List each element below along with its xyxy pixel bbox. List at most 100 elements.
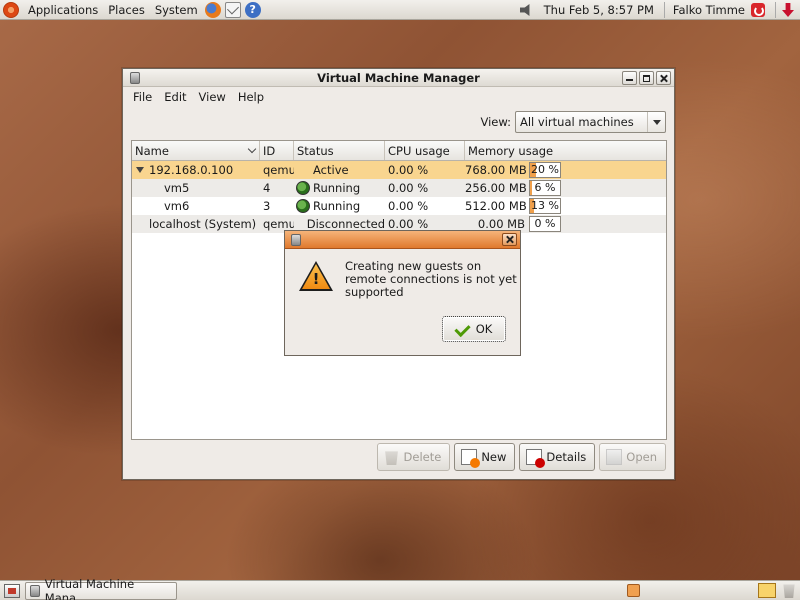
view-filter-value: All virtual machines xyxy=(520,115,634,129)
memory-bar: 6 % xyxy=(529,180,561,196)
dialog-message: Creating new guests on remote connection… xyxy=(345,259,517,299)
row-memory: 768.00 MB xyxy=(465,163,527,177)
system-menu[interactable]: System xyxy=(150,0,203,20)
row-name-cell: 192.168.0.100 xyxy=(132,163,260,177)
chevron-down-icon[interactable] xyxy=(647,112,665,132)
memory-bar-fill xyxy=(530,181,532,195)
row-name-cell: localhost (System) xyxy=(132,217,260,231)
details-button-label: Details xyxy=(546,450,587,464)
top-panel: Applications Places System ? Thu Feb 5, … xyxy=(0,0,800,20)
column-header-cpu[interactable]: CPU usage xyxy=(385,141,465,160)
user-switcher[interactable]: Falko Timme xyxy=(669,3,749,17)
vm-list-header: Name ID Status CPU usage Memory usage xyxy=(132,141,666,161)
menu-edit[interactable]: Edit xyxy=(158,90,192,104)
update-notifier-icon[interactable] xyxy=(782,3,794,17)
memory-bar: 20 % xyxy=(529,162,561,178)
bottom-panel: Virtual Machine Mana... xyxy=(0,577,800,600)
row-memory: 512.00 MB xyxy=(465,199,527,213)
column-header-status[interactable]: Status xyxy=(294,141,385,160)
row-id: qemu xyxy=(263,163,294,177)
details-button[interactable]: Details xyxy=(519,443,596,471)
row-status-cell: Running xyxy=(294,199,385,213)
menu-help[interactable]: Help xyxy=(232,90,270,104)
open-button-label: Open xyxy=(626,450,657,464)
column-header-id[interactable]: ID xyxy=(260,141,294,160)
new-vm-icon xyxy=(461,449,481,468)
top-panel-tray: Thu Feb 5, 8:57 PM Falko Timme xyxy=(519,0,800,20)
memory-bar-label: 0 % xyxy=(534,217,556,230)
check-icon xyxy=(456,322,472,336)
new-button[interactable]: New xyxy=(454,443,516,471)
taskbar-app-icon xyxy=(30,584,40,597)
view-filter-combo[interactable]: All virtual machines xyxy=(515,111,666,133)
sort-arrow-icon xyxy=(247,144,257,154)
row-memory: 0.00 MB xyxy=(477,217,525,231)
trash-icon xyxy=(385,451,398,465)
table-row[interactable]: vm5 4 Running 0.00 % 256.00 MB 6 % xyxy=(132,179,666,197)
clock[interactable]: Thu Feb 5, 8:57 PM xyxy=(538,3,660,17)
trash-icon[interactable] xyxy=(783,584,795,598)
help-icon[interactable]: ? xyxy=(244,1,261,18)
taskbar-item-vm-manager[interactable]: Virtual Machine Mana... xyxy=(25,577,177,600)
row-status-cell: Running xyxy=(294,181,385,195)
row-status: Running xyxy=(313,199,361,213)
delete-button-label: Delete xyxy=(403,450,442,464)
power-icon[interactable] xyxy=(751,3,765,17)
memory-bar-label: 13 % xyxy=(531,199,559,212)
open-icon xyxy=(606,449,623,465)
table-row[interactable]: 192.168.0.100 qemu Active 0.00 % 768.00 … xyxy=(132,161,666,179)
dialog-titlebar[interactable] xyxy=(285,231,520,249)
menu-file[interactable]: File xyxy=(127,90,158,104)
maximize-icon[interactable] xyxy=(639,71,654,85)
column-header-memory[interactable]: Memory usage xyxy=(465,141,666,160)
details-icon xyxy=(526,449,546,468)
table-row[interactable]: vm6 3 Running 0.00 % 512.00 MB 13 % xyxy=(132,197,666,215)
applications-menu[interactable]: Applications xyxy=(23,0,103,20)
row-id: 4 xyxy=(263,181,271,195)
view-label: View: xyxy=(480,115,511,129)
row-name-cell: vm6 xyxy=(132,199,260,213)
panel-separator xyxy=(663,2,665,18)
row-name: localhost (System) xyxy=(149,217,257,231)
row-name: vm6 xyxy=(164,199,190,213)
action-buttons: Delete New Details Open xyxy=(376,443,666,471)
row-status: Running xyxy=(313,181,361,195)
row-cpu: 0.00 % xyxy=(388,163,429,177)
minimize-icon[interactable] xyxy=(622,71,637,85)
close-icon[interactable] xyxy=(656,71,671,85)
mail-icon[interactable] xyxy=(224,1,241,18)
memory-bar: 13 % xyxy=(529,198,561,214)
ubuntu-logo-icon[interactable] xyxy=(3,1,19,18)
menu-view[interactable]: View xyxy=(193,90,232,104)
column-header-name[interactable]: Name xyxy=(132,141,260,160)
delete-button[interactable]: Delete xyxy=(376,443,451,471)
taskbar-item-label: Virtual Machine Mana... xyxy=(44,576,135,600)
show-desktop-icon[interactable] xyxy=(4,583,20,598)
window-titlebar[interactable]: Virtual Machine Manager xyxy=(123,69,674,87)
expander-arrow-icon[interactable] xyxy=(136,167,144,173)
dialog-close-icon[interactable] xyxy=(502,233,517,246)
lock-icon[interactable] xyxy=(627,584,640,597)
row-id: 3 xyxy=(263,199,271,213)
row-status: Disconnected xyxy=(306,217,385,231)
dialog-app-icon[interactable] xyxy=(291,234,301,246)
window-controls xyxy=(622,71,671,85)
volume-icon[interactable] xyxy=(519,4,530,16)
workspace-switcher-icon[interactable] xyxy=(758,583,776,598)
ok-button-label: OK xyxy=(475,322,493,336)
memory-bar-label: 6 % xyxy=(534,181,556,194)
running-status-icon xyxy=(296,181,310,195)
row-name: vm5 xyxy=(164,181,190,195)
column-header-name-label: Name xyxy=(135,144,169,158)
open-button[interactable]: Open xyxy=(599,443,666,471)
warning-icon-glyph: ! xyxy=(302,264,330,289)
places-menu[interactable]: Places xyxy=(103,0,150,20)
memory-bar: 0 % xyxy=(529,216,561,232)
ok-button[interactable]: OK xyxy=(442,316,506,342)
memory-bar-label: 20 % xyxy=(531,163,559,176)
row-cpu: 0.00 % xyxy=(388,217,429,231)
row-memory: 256.00 MB xyxy=(465,181,527,195)
row-status: Active xyxy=(313,163,349,177)
firefox-icon[interactable] xyxy=(204,1,221,18)
row-name-cell: vm5 xyxy=(132,181,260,195)
